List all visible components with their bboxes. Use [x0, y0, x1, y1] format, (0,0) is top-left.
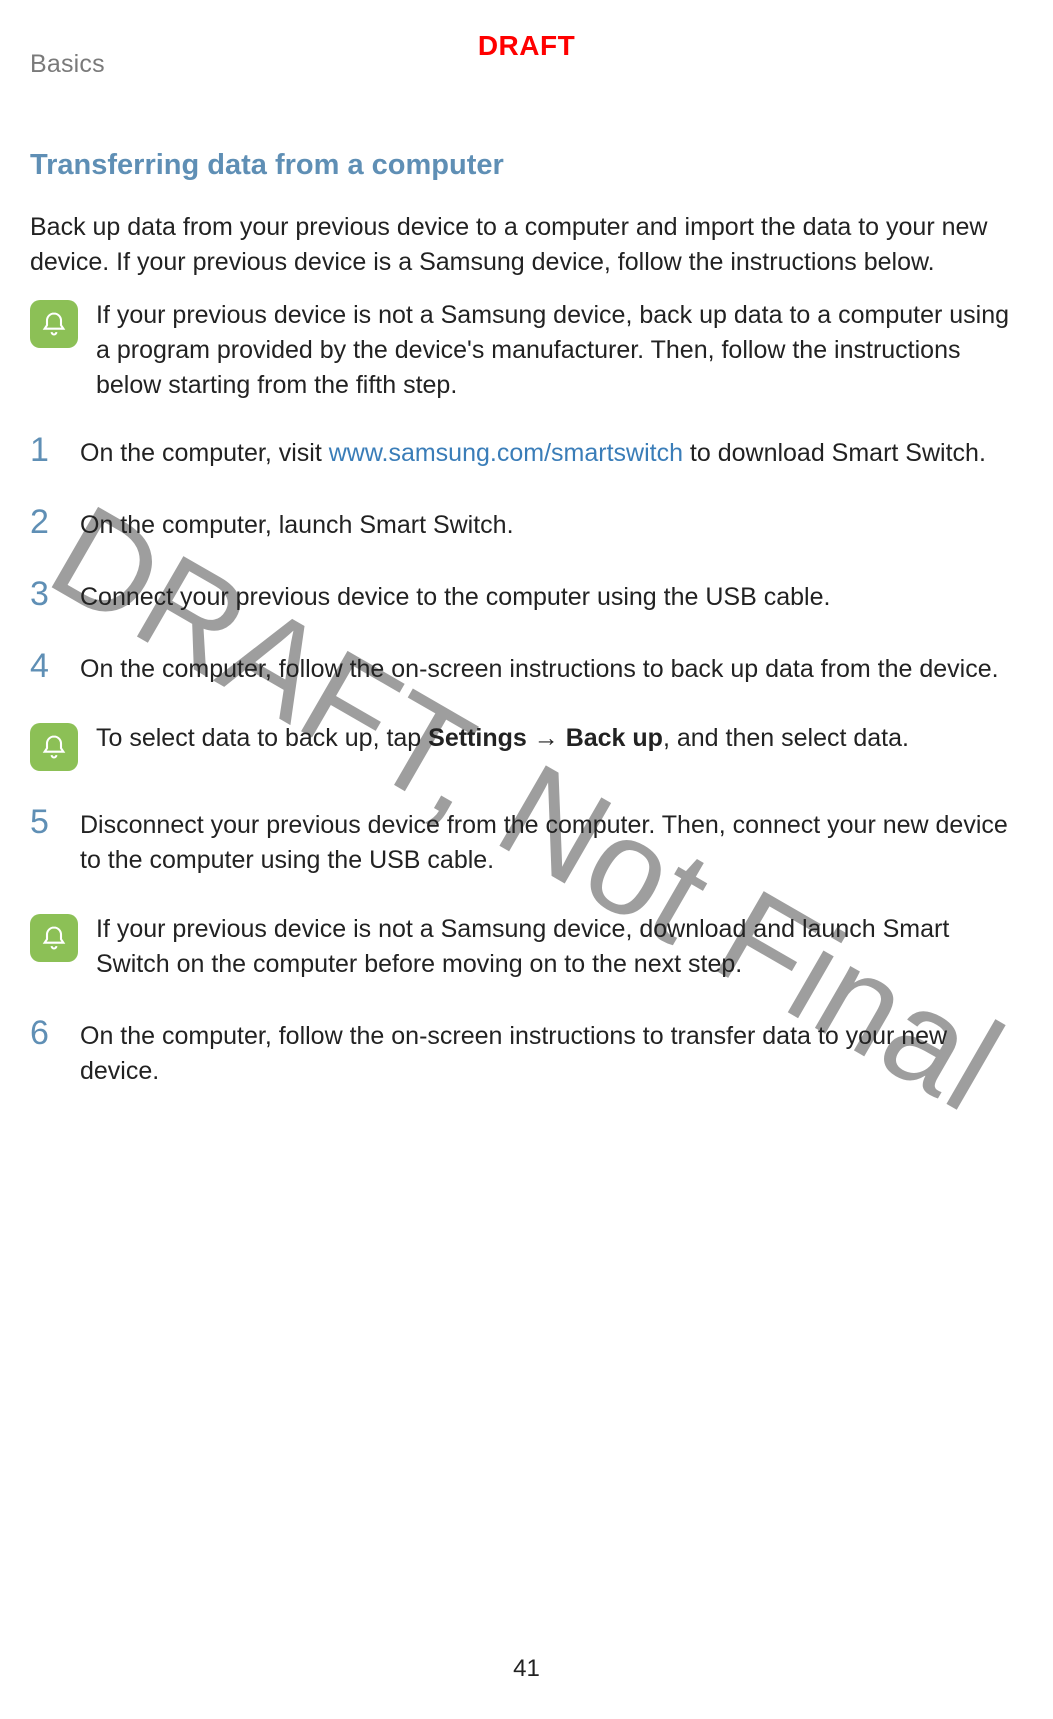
note-block-select-data: To select data to back up, tap Settings … — [30, 721, 1023, 771]
step-body: On the computer, follow the on-screen in… — [80, 1016, 1023, 1089]
step-body: Connect your previous device to the comp… — [80, 577, 830, 615]
step1-suffix: to download Smart Switch. — [683, 439, 986, 467]
step-number: 4 — [30, 649, 58, 683]
step-number: 3 — [30, 577, 58, 611]
step-number: 6 — [30, 1016, 58, 1050]
step-body: Disconnect your previous device from the… — [80, 805, 1023, 878]
step1-prefix: On the computer, visit — [80, 439, 329, 467]
step-3: 3 Connect your previous device to the co… — [30, 577, 1023, 615]
step-4: 4 On the computer, follow the on-screen … — [30, 649, 1023, 687]
note-select-bold2: Back up — [566, 724, 663, 752]
note-block-intro: If your previous device is not a Samsung… — [30, 298, 1023, 403]
step-number: 1 — [30, 433, 58, 467]
note-select-prefix: To select data to back up, tap — [96, 724, 428, 752]
step-number: 2 — [30, 505, 58, 539]
note-text-step5: If your previous device is not a Samsung… — [96, 912, 1023, 982]
note-select-arrow: → — [527, 724, 566, 752]
step-body: On the computer, launch Smart Switch. — [80, 505, 514, 543]
document-page: Basics DRAFT DRAFT, Not Final Transferri… — [0, 0, 1053, 1719]
note-block-step5: If your previous device is not a Samsung… — [30, 912, 1023, 982]
step-6: 6 On the computer, follow the on-screen … — [30, 1016, 1023, 1089]
page-number: 41 — [0, 1655, 1053, 1683]
draft-stamp-top: DRAFT — [0, 30, 1053, 62]
bell-icon — [30, 914, 78, 962]
bell-icon — [30, 723, 78, 771]
step-2: 2 On the computer, launch Smart Switch. — [30, 505, 1023, 543]
step-body: On the computer, follow the on-screen in… — [80, 649, 999, 687]
step-1: 1 On the computer, visit www.samsung.com… — [30, 433, 1023, 471]
steps-list: 1 On the computer, visit www.samsung.com… — [30, 433, 1023, 687]
step-body: On the computer, visit www.samsung.com/s… — [80, 433, 986, 471]
note-select-bold1: Settings — [428, 724, 527, 752]
smartswitch-link[interactable]: www.samsung.com/smartswitch — [329, 439, 683, 467]
note-text-select-data: To select data to back up, tap Settings … — [96, 721, 909, 756]
note-select-suffix: , and then select data. — [663, 724, 909, 752]
step-number: 5 — [30, 805, 58, 839]
note-text-intro: If your previous device is not a Samsung… — [96, 298, 1023, 403]
bell-icon — [30, 300, 78, 348]
intro-paragraph: Back up data from your previous device t… — [30, 210, 1023, 280]
step-5: 5 Disconnect your previous device from t… — [30, 805, 1023, 878]
main-content: Transferring data from a computer Back u… — [30, 149, 1023, 1089]
steps-list-cont2: 6 On the computer, follow the on-screen … — [30, 1016, 1023, 1089]
section-title: Transferring data from a computer — [30, 149, 1023, 182]
steps-list-cont: 5 Disconnect your previous device from t… — [30, 805, 1023, 878]
